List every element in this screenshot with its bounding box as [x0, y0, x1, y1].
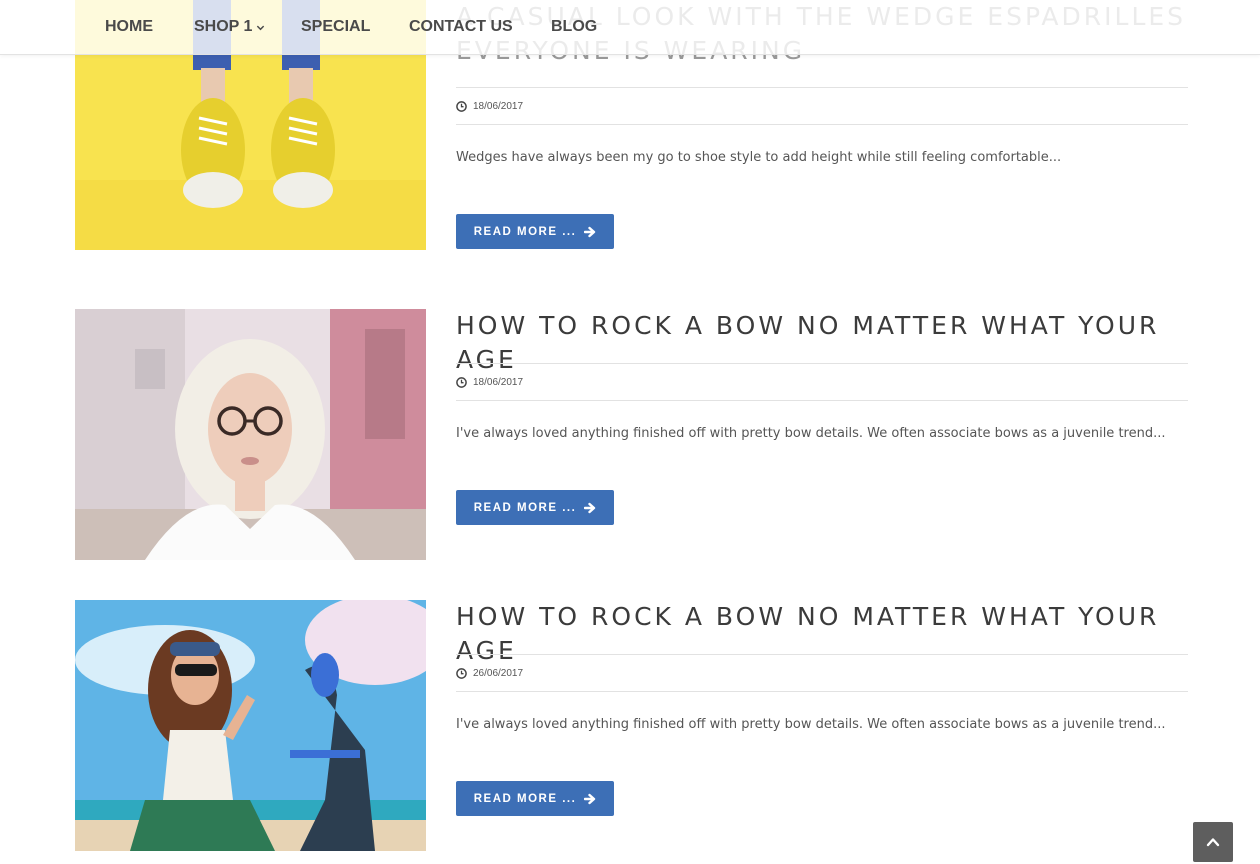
- post-date: 18/06/2017: [473, 376, 524, 388]
- nav-contact-us-label: CONTACT US: [409, 18, 513, 35]
- nav-blog-label: BLOG: [551, 18, 598, 35]
- post-date: 18/06/2017: [473, 100, 524, 112]
- nav-special[interactable]: SPECIAL: [301, 16, 370, 38]
- arrow-right-icon: [584, 502, 596, 514]
- clock-icon: [456, 667, 467, 679]
- read-more-label: READ MORE ...: [473, 501, 577, 514]
- nav-home-label: HOME: [105, 18, 153, 35]
- post-meta: 18/06/2017: [456, 87, 1188, 125]
- post-excerpt: Wedges have always been my go to shoe st…: [456, 150, 1062, 165]
- chevron-up-icon: [1206, 835, 1220, 849]
- post-meta: 18/06/2017: [456, 363, 1188, 401]
- post-date: 26/06/2017: [473, 667, 524, 679]
- nav-shop[interactable]: SHOP 1: [194, 16, 265, 38]
- clock-icon: [456, 100, 467, 112]
- read-more-label: READ MORE ...: [473, 792, 577, 805]
- read-more-button[interactable]: READ MORE ...: [456, 781, 614, 816]
- nav-contact-us[interactable]: CONTACT US: [409, 16, 513, 38]
- post-excerpt: I've always loved anything finished off …: [456, 717, 1166, 732]
- nav-special-label: SPECIAL: [301, 18, 371, 35]
- chevron-down-icon: [256, 23, 265, 32]
- clock-icon: [456, 376, 467, 388]
- post-meta: 26/06/2017: [456, 654, 1188, 692]
- main-navigation: HOME SHOP 1 SPECIAL CONTACT US BLOG: [0, 0, 1260, 55]
- post-image-woman-scooter[interactable]: [75, 600, 426, 851]
- post-excerpt: I've always loved anything finished off …: [456, 426, 1166, 441]
- back-to-top-button[interactable]: [1193, 822, 1233, 862]
- nav-blog[interactable]: BLOG: [551, 16, 597, 38]
- read-more-button[interactable]: READ MORE ...: [456, 214, 614, 249]
- arrow-right-icon: [584, 226, 596, 238]
- woman-scooter-photo: [75, 600, 426, 851]
- blog-page: A CASUAL LOOK WITH THE WEDGE ESPADRILLES…: [0, 0, 1260, 864]
- post-image-woman-glasses[interactable]: [75, 309, 426, 560]
- read-more-label: READ MORE ...: [473, 225, 577, 238]
- nav-home[interactable]: HOME: [105, 16, 153, 38]
- woman-glasses-photo: [75, 309, 426, 560]
- nav-shop-label: SHOP 1: [194, 18, 253, 35]
- arrow-right-icon: [584, 793, 596, 805]
- read-more-button[interactable]: READ MORE ...: [456, 490, 614, 525]
